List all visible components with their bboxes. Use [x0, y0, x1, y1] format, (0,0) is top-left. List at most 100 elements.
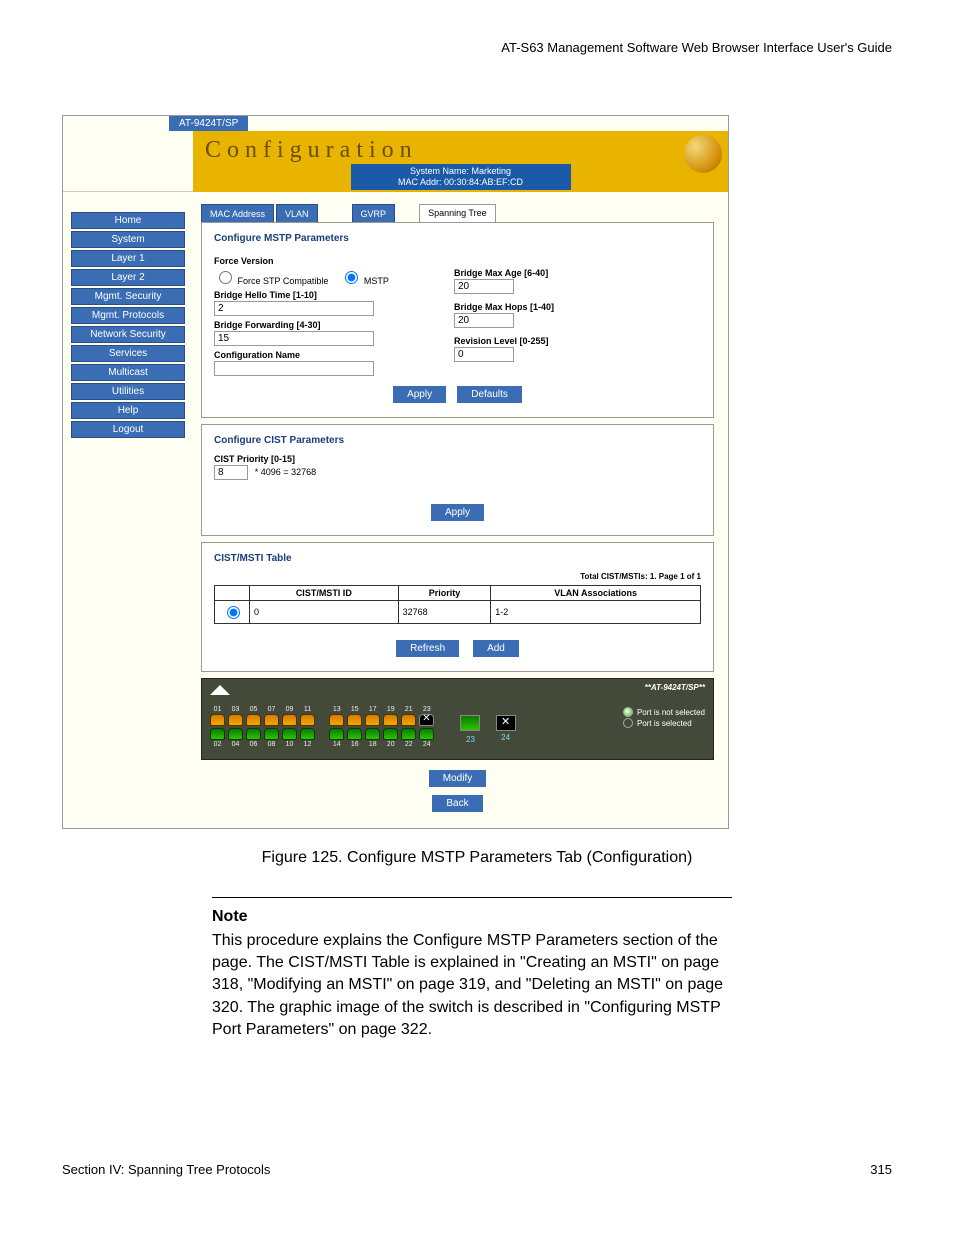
port-icon[interactable]	[383, 728, 398, 740]
th-vlan: VLAN Associations	[491, 585, 701, 600]
port-icon[interactable]	[210, 728, 225, 740]
hello-input[interactable]	[214, 301, 374, 316]
rev-input[interactable]	[454, 347, 514, 362]
port-icon[interactable]	[228, 728, 243, 740]
defaults-button[interactable]: Defaults	[457, 386, 522, 403]
port-num: 22	[401, 741, 416, 748]
apply-button-mstp[interactable]: Apply	[393, 386, 446, 403]
port-icon[interactable]	[383, 714, 398, 726]
confname-label: Configuration Name	[214, 350, 414, 360]
port-icon[interactable]	[300, 714, 315, 726]
port-icon[interactable]	[329, 714, 344, 726]
port-icon[interactable]	[365, 714, 380, 726]
hello-label: Bridge Hello Time [1-10]	[214, 290, 414, 300]
cist-fieldset: Configure CIST Parameters CIST Priority …	[201, 424, 714, 536]
radio-mstp[interactable]: MSTP	[340, 268, 389, 286]
cist-priority-label: CIST Priority [0-15]	[214, 454, 701, 464]
maxage-input[interactable]	[454, 279, 514, 294]
port-num: 17	[365, 706, 380, 713]
port-icon[interactable]	[401, 714, 416, 726]
port-num: 06	[246, 741, 261, 748]
sysinfo: System Name: Marketing MAC Addr: 00:30:8…	[351, 164, 571, 190]
port-icon[interactable]	[264, 728, 279, 740]
port-icon[interactable]	[401, 728, 416, 740]
row-select-radio[interactable]	[227, 606, 240, 619]
confname-input[interactable]	[214, 361, 374, 376]
port-disabled-icon[interactable]	[419, 714, 434, 726]
footer-page: 315	[870, 1162, 892, 1177]
app-screenshot: AT-9424T/SP Configuration System Name: M…	[62, 115, 729, 829]
apply-button-cist[interactable]: Apply	[431, 504, 484, 521]
port-icon[interactable]	[282, 714, 297, 726]
port-icon[interactable]	[300, 728, 315, 740]
port-num: 09	[282, 706, 297, 713]
cist-msti-table-fieldset: CIST/MSTI Table Total CIST/MSTIs: 1. Pag…	[201, 542, 714, 672]
port-icon[interactable]	[282, 728, 297, 740]
sidebar-item-logout[interactable]: Logout	[71, 421, 185, 438]
port-icon[interactable]	[365, 728, 380, 740]
table-row: 0 32768 1-2	[215, 600, 701, 623]
force-stp-text: Force STP Compatible	[238, 276, 329, 286]
port-icon[interactable]	[329, 728, 344, 740]
port-num: 24	[419, 741, 434, 748]
port-icon[interactable]	[246, 728, 261, 740]
maxhops-label: Bridge Max Hops [1-40]	[454, 302, 614, 312]
tab-vlan[interactable]: VLAN	[276, 204, 318, 223]
sidebar-item-utilities[interactable]: Utilities	[71, 383, 185, 400]
port-num: 13	[329, 706, 344, 713]
table-page-info: Total CIST/MSTIs: 1. Page 1 of 1	[214, 572, 701, 581]
back-button[interactable]: Back	[432, 795, 482, 812]
dot-icon	[623, 707, 633, 717]
port-icon[interactable]	[419, 728, 434, 740]
add-button[interactable]: Add	[473, 640, 519, 657]
port-num: 11	[300, 706, 315, 713]
sidebar-item-system[interactable]: System	[71, 231, 185, 248]
sidebar-item-network-security[interactable]: Network Security	[71, 326, 185, 343]
tab-mac-address[interactable]: MAC Address	[201, 204, 274, 223]
sidebar-item-home[interactable]: Home	[71, 212, 185, 229]
maxage-label: Bridge Max Age [6-40]	[454, 268, 614, 278]
port-panel-model: **AT-9424T/SP**	[645, 683, 705, 692]
port-icon[interactable]	[210, 714, 225, 726]
port-num: 16	[347, 741, 362, 748]
port-panel: **AT-9424T/SP** 01 03 05 07 09 11	[201, 678, 714, 760]
legend-text: Port is not selected	[637, 707, 705, 718]
refresh-button[interactable]: Refresh	[396, 640, 459, 657]
note-title: Note	[212, 908, 732, 926]
force-version-label: Force Version	[214, 256, 414, 266]
sfp-port-icon[interactable]: 23	[460, 715, 480, 731]
sfp-port-icon[interactable]: ✕24	[496, 715, 516, 731]
port-icon[interactable]	[264, 714, 279, 726]
sysinfo-name: System Name: Marketing	[351, 166, 571, 177]
port-legend: Port is not selected Port is selected	[623, 707, 705, 729]
maxhops-input[interactable]	[454, 313, 514, 328]
fwd-input[interactable]	[214, 331, 374, 346]
sidebar-item-layer2[interactable]: Layer 2	[71, 269, 185, 286]
mstp-text: MSTP	[364, 276, 389, 286]
logo-icon	[210, 685, 230, 695]
port-num: 03	[228, 706, 243, 713]
tab-spanning-tree[interactable]: Spanning Tree	[419, 204, 496, 223]
note-block: Note This procedure explains the Configu…	[212, 897, 732, 1042]
tab-gvrp[interactable]: GVRP	[352, 204, 396, 223]
sidebar-item-services[interactable]: Services	[71, 345, 185, 362]
sidebar-item-mgmt-security[interactable]: Mgmt. Security	[71, 288, 185, 305]
port-icon[interactable]	[347, 728, 362, 740]
cist-priority-input[interactable]	[214, 465, 248, 480]
port-icon[interactable]	[228, 714, 243, 726]
port-num: 07	[264, 706, 279, 713]
model-tab: AT-9424T/SP	[169, 116, 248, 131]
port-icon[interactable]	[347, 714, 362, 726]
port-num: 14	[329, 741, 344, 748]
port-num: 18	[365, 741, 380, 748]
sidebar-item-mgmt-protocols[interactable]: Mgmt. Protocols	[71, 307, 185, 324]
radio-force-stp[interactable]: Force STP Compatible	[214, 268, 328, 286]
dot-icon	[623, 718, 633, 728]
port-num: 08	[264, 741, 279, 748]
sidebar-item-help[interactable]: Help	[71, 402, 185, 419]
figure-caption: Figure 125. Configure MSTP Parameters Ta…	[62, 849, 892, 867]
modify-button[interactable]: Modify	[429, 770, 486, 787]
sidebar-item-multicast[interactable]: Multicast	[71, 364, 185, 381]
sidebar-item-layer1[interactable]: Layer 1	[71, 250, 185, 267]
port-icon[interactable]	[246, 714, 261, 726]
